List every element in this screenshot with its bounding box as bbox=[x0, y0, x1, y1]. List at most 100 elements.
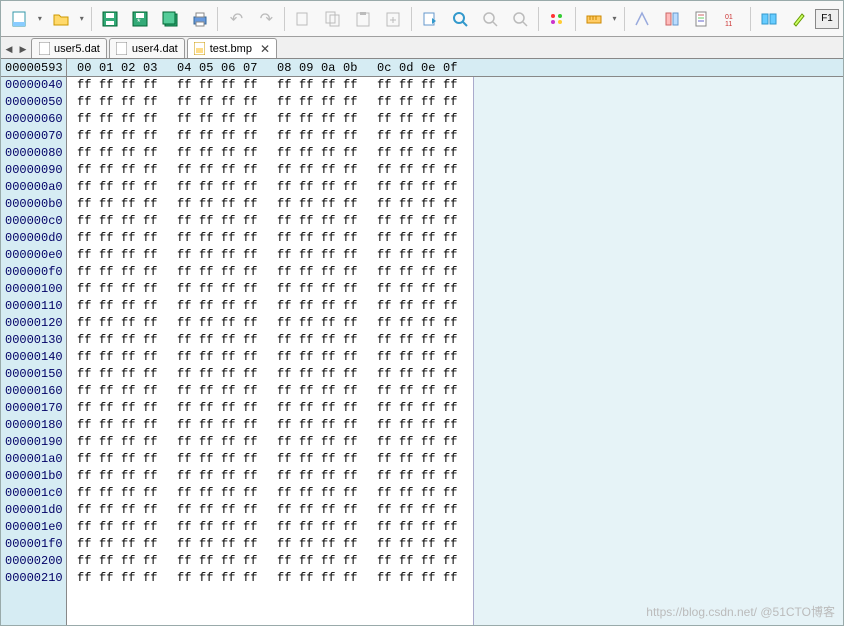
hex-byte[interactable]: ff bbox=[343, 553, 365, 570]
hex-byte[interactable]: ff bbox=[199, 417, 221, 434]
hex-byte[interactable]: ff bbox=[399, 400, 421, 417]
hex-byte[interactable]: ff bbox=[243, 315, 265, 332]
hex-byte[interactable]: ff bbox=[377, 264, 399, 281]
hex-byte[interactable]: ff bbox=[443, 366, 465, 383]
hex-byte[interactable]: ff bbox=[399, 179, 421, 196]
hex-row[interactable]: ffffffffffffffffffffffffffffffff bbox=[77, 434, 465, 451]
hex-byte[interactable]: ff bbox=[77, 485, 99, 502]
hex-byte[interactable]: ff bbox=[221, 77, 243, 94]
hex-byte[interactable]: ff bbox=[199, 111, 221, 128]
hex-byte[interactable]: ff bbox=[121, 434, 143, 451]
hex-byte[interactable]: ff bbox=[221, 213, 243, 230]
hex-byte[interactable]: ff bbox=[299, 128, 321, 145]
hex-byte[interactable]: ff bbox=[443, 315, 465, 332]
hex-byte[interactable]: ff bbox=[243, 570, 265, 587]
save-as-button[interactable]: * bbox=[126, 5, 154, 33]
hex-byte[interactable]: ff bbox=[177, 298, 199, 315]
hex-byte[interactable]: ff bbox=[377, 553, 399, 570]
hex-byte[interactable]: ff bbox=[121, 400, 143, 417]
hex-byte[interactable]: ff bbox=[177, 332, 199, 349]
hex-byte[interactable]: ff bbox=[299, 485, 321, 502]
hex-byte[interactable]: ff bbox=[199, 434, 221, 451]
hex-byte[interactable]: ff bbox=[321, 77, 343, 94]
highlighter-button[interactable] bbox=[543, 5, 571, 33]
hex-byte[interactable]: ff bbox=[177, 94, 199, 111]
hex-byte[interactable]: ff bbox=[299, 570, 321, 587]
hex-byte[interactable]: ff bbox=[199, 553, 221, 570]
hex-row[interactable]: ffffffffffffffffffffffffffffffff bbox=[77, 417, 465, 434]
hex-byte[interactable]: ff bbox=[277, 451, 299, 468]
hex-byte[interactable]: ff bbox=[343, 264, 365, 281]
hex-byte[interactable]: ff bbox=[377, 315, 399, 332]
hex-byte[interactable]: ff bbox=[421, 281, 443, 298]
hex-byte[interactable]: ff bbox=[277, 502, 299, 519]
hex-byte[interactable]: ff bbox=[399, 213, 421, 230]
hex-byte[interactable]: ff bbox=[221, 230, 243, 247]
hex-byte[interactable]: ff bbox=[377, 570, 399, 587]
hex-byte[interactable]: ff bbox=[99, 502, 121, 519]
hex-byte[interactable]: ff bbox=[243, 519, 265, 536]
hex-byte[interactable]: ff bbox=[243, 332, 265, 349]
hex-row[interactable]: ffffffffffffffffffffffffffffffff bbox=[77, 230, 465, 247]
hex-byte[interactable]: ff bbox=[299, 247, 321, 264]
hex-byte[interactable]: ff bbox=[421, 570, 443, 587]
hex-byte[interactable]: ff bbox=[177, 434, 199, 451]
hex-byte[interactable]: ff bbox=[277, 349, 299, 366]
hex-byte[interactable]: ff bbox=[199, 485, 221, 502]
hex-byte[interactable]: ff bbox=[421, 366, 443, 383]
hex-byte[interactable]: ff bbox=[177, 570, 199, 587]
hex-view[interactable]: 0000004000000050000000600000007000000080… bbox=[1, 77, 843, 625]
hex-byte[interactable]: ff bbox=[399, 502, 421, 519]
hex-byte[interactable]: ff bbox=[421, 536, 443, 553]
hex-byte[interactable]: ff bbox=[343, 145, 365, 162]
hex-byte[interactable]: ff bbox=[377, 281, 399, 298]
hex-data[interactable]: ffffffffffffffffffffffffffffffffffffffff… bbox=[67, 77, 465, 625]
hex-byte[interactable]: ff bbox=[77, 298, 99, 315]
hex-byte[interactable]: ff bbox=[177, 536, 199, 553]
paste-button[interactable] bbox=[349, 5, 377, 33]
hex-byte[interactable]: ff bbox=[277, 162, 299, 179]
hex-byte[interactable]: ff bbox=[143, 230, 165, 247]
hex-byte[interactable]: ff bbox=[277, 213, 299, 230]
hex-byte[interactable]: ff bbox=[343, 230, 365, 247]
hex-byte[interactable]: ff bbox=[99, 400, 121, 417]
hex-byte[interactable]: ff bbox=[343, 162, 365, 179]
hex-byte[interactable]: ff bbox=[199, 519, 221, 536]
hex-byte[interactable]: ff bbox=[121, 332, 143, 349]
hex-byte[interactable]: ff bbox=[343, 179, 365, 196]
hex-byte[interactable]: ff bbox=[77, 111, 99, 128]
hex-byte[interactable]: ff bbox=[343, 77, 365, 94]
hex-byte[interactable]: ff bbox=[277, 468, 299, 485]
hex-byte[interactable]: ff bbox=[99, 264, 121, 281]
hex-byte[interactable]: ff bbox=[143, 94, 165, 111]
hex-byte[interactable]: ff bbox=[421, 468, 443, 485]
hex-byte[interactable]: ff bbox=[177, 468, 199, 485]
hex-byte[interactable]: ff bbox=[143, 281, 165, 298]
hex-row[interactable]: ffffffffffffffffffffffffffffffff bbox=[77, 570, 465, 587]
hex-byte[interactable]: ff bbox=[399, 366, 421, 383]
hex-byte[interactable]: ff bbox=[277, 94, 299, 111]
hex-byte[interactable]: ff bbox=[377, 196, 399, 213]
hex-byte[interactable]: ff bbox=[199, 451, 221, 468]
hex-byte[interactable]: ff bbox=[121, 570, 143, 587]
hex-byte[interactable]: ff bbox=[321, 230, 343, 247]
hex-byte[interactable]: ff bbox=[243, 281, 265, 298]
hex-byte[interactable]: ff bbox=[343, 366, 365, 383]
hex-byte[interactable]: ff bbox=[177, 213, 199, 230]
hex-byte[interactable]: ff bbox=[321, 94, 343, 111]
hex-byte[interactable]: ff bbox=[121, 196, 143, 213]
hex-byte[interactable]: ff bbox=[421, 264, 443, 281]
hex-byte[interactable]: ff bbox=[199, 502, 221, 519]
hex-byte[interactable]: ff bbox=[143, 128, 165, 145]
hex-byte[interactable]: ff bbox=[377, 179, 399, 196]
hex-byte[interactable]: ff bbox=[121, 536, 143, 553]
hex-byte[interactable]: ff bbox=[399, 77, 421, 94]
hex-byte[interactable]: ff bbox=[99, 349, 121, 366]
hex-byte[interactable]: ff bbox=[343, 434, 365, 451]
hex-byte[interactable]: ff bbox=[443, 468, 465, 485]
hex-byte[interactable]: ff bbox=[443, 196, 465, 213]
hex-byte[interactable]: ff bbox=[99, 298, 121, 315]
hex-byte[interactable]: ff bbox=[321, 434, 343, 451]
hex-byte[interactable]: ff bbox=[221, 502, 243, 519]
hex-byte[interactable]: ff bbox=[421, 332, 443, 349]
